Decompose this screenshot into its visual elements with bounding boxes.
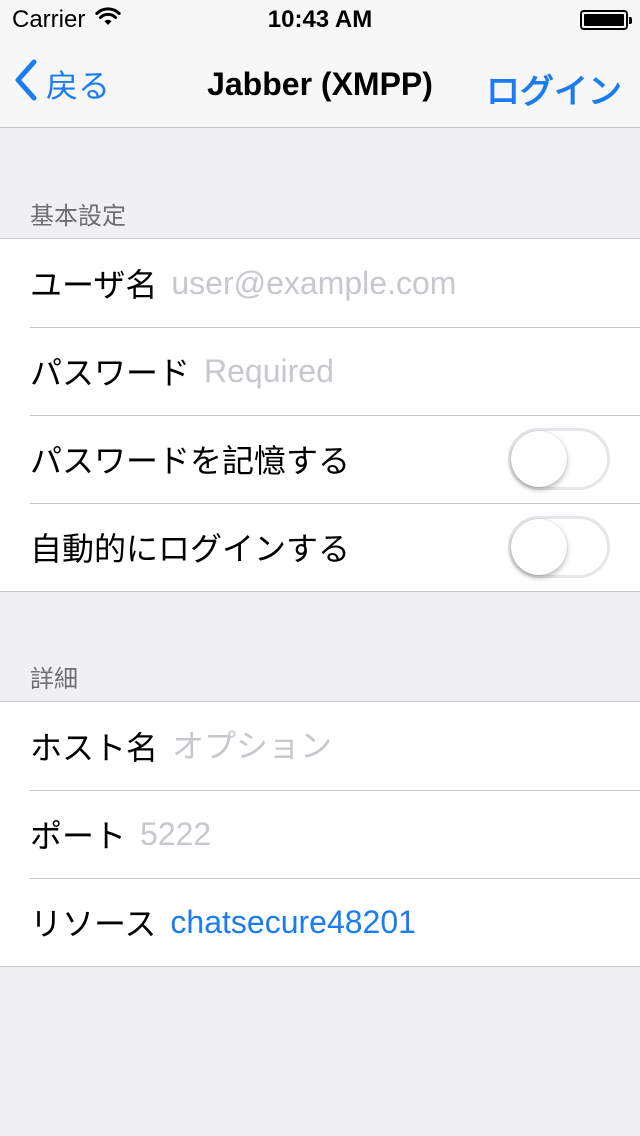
port-input[interactable] bbox=[140, 815, 640, 853]
auto-login-toggle[interactable] bbox=[508, 516, 610, 578]
status-bar: Carrier 10:43 AM bbox=[0, 0, 640, 40]
remember-password-toggle[interactable] bbox=[508, 428, 610, 490]
basic-settings-group: ユーザ名 パスワード パスワードを記憶する 自動的にログインする bbox=[0, 238, 640, 592]
port-row: ポート bbox=[0, 790, 640, 878]
username-row: ユーザ名 bbox=[0, 239, 640, 327]
basic-section-header: 基本設定 bbox=[30, 203, 126, 230]
host-label: ホスト名 bbox=[30, 730, 159, 766]
login-button[interactable]: ログイン bbox=[486, 64, 622, 113]
battery-fill bbox=[584, 14, 624, 26]
resource-label: リソース bbox=[30, 906, 157, 942]
auto-login-row: 自動的にログインする bbox=[0, 503, 640, 591]
status-time: 10:43 AM bbox=[267, 6, 373, 33]
username-label: ユーザ名 bbox=[30, 267, 158, 303]
auto-login-label: 自動的にログインする bbox=[30, 531, 351, 567]
host-input[interactable] bbox=[172, 727, 640, 765]
details-section-header: 詳細 bbox=[30, 666, 78, 693]
toggle-knob bbox=[511, 519, 567, 575]
toggle-knob bbox=[511, 431, 567, 487]
username-input[interactable] bbox=[171, 264, 640, 302]
password-label: パスワード bbox=[30, 355, 191, 391]
details-group: ホスト名 ポート リソース chatsecure48201 bbox=[0, 701, 640, 967]
port-label: ポート bbox=[30, 818, 127, 854]
resource-value[interactable]: chatsecure48201 bbox=[170, 904, 416, 941]
password-row: パスワード bbox=[0, 327, 640, 415]
remember-password-label: パスワードを記憶する bbox=[30, 443, 351, 479]
remember-password-row: パスワードを記憶する bbox=[0, 415, 640, 503]
host-row: ホスト名 bbox=[0, 702, 640, 790]
nav-bar: 戻る Jabber (XMPP) ログイン bbox=[0, 40, 640, 128]
battery-icon bbox=[580, 10, 632, 30]
password-input[interactable] bbox=[204, 352, 640, 390]
resource-row[interactable]: リソース chatsecure48201 bbox=[0, 878, 640, 966]
settings-screen: Carrier 10:43 AM 戻る Jabber (XMPP) ログイン 基… bbox=[0, 0, 640, 1136]
